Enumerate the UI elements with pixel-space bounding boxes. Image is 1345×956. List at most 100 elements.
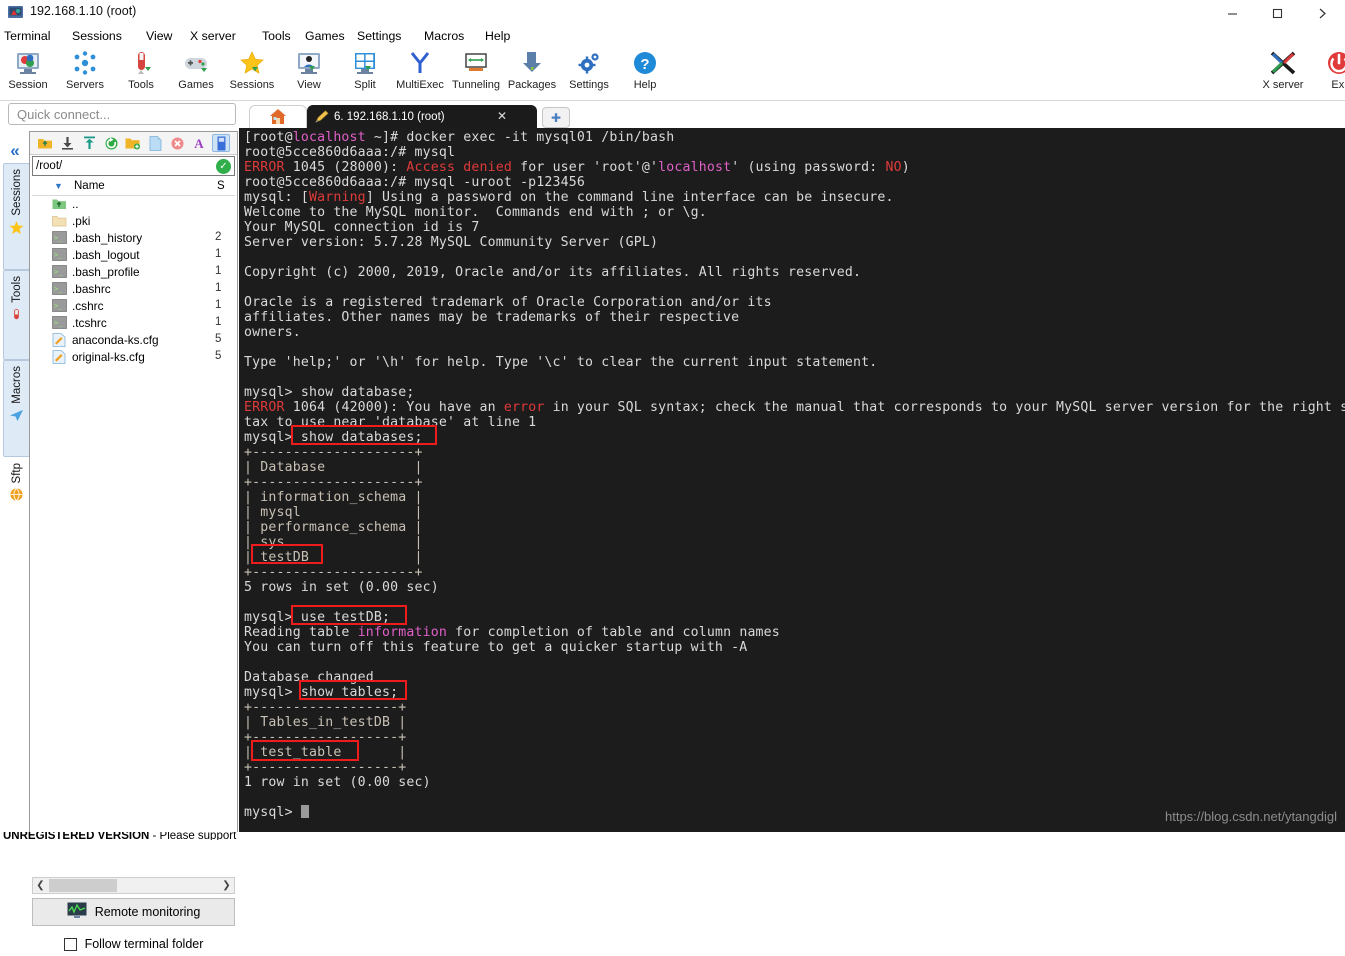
multiexec-icon [392,48,448,78]
list-item[interactable]: .. [32,196,235,213]
menu-macros[interactable]: Macros [420,28,468,45]
menu-x-server[interactable]: X server [186,28,240,45]
sftp-path-input[interactable]: /root/ ✓ [32,156,235,176]
menu-sessions[interactable]: Sessions [68,28,126,45]
new-folder-icon[interactable] [124,134,142,152]
toolbar-packages-button[interactable]: Packages [504,48,560,98]
tab-active-session[interactable]: 6. 192.168.1.10 (root) ✕ [307,105,537,128]
toolbar-tools-button[interactable]: Tools [113,48,169,98]
main-toolbar: Session Servers Tools Games Sessions Vie… [0,46,1345,101]
menu-terminal[interactable]: Terminal [0,28,54,45]
toolbar-x-server-label: X server [1262,79,1304,91]
terminal-line: Copyright (c) 2000, 2019, Oracle and/or … [244,265,862,280]
text-mode-icon[interactable]: A [190,134,208,152]
terminal-line: root@5cce860d6aaa:/# mysql -uroot -p1234… [244,175,586,190]
svg-text:>_: >_ [54,268,63,276]
toolbar-help-button[interactable]: ? Help [617,48,673,98]
tab-home[interactable] [249,105,307,129]
sidebar-tab-tools-label: Tools [10,276,23,303]
list-item[interactable]: >_ .tcshrc 1 [32,315,235,332]
menu-games[interactable]: Games [301,28,349,45]
scroll-left-arrow-icon[interactable]: ❮ [33,878,48,893]
view-icon [281,48,337,78]
sidebar-tab-macros[interactable]: Macros [3,360,30,457]
delete-icon[interactable] [168,134,186,152]
maximize-button[interactable] [1255,0,1300,26]
toolbar-view-button[interactable]: View [281,48,337,98]
toolbar-exit-button[interactable]: Exi [1311,48,1345,98]
terminal-line: | test_table | [244,745,407,760]
toolbar-tunneling-button[interactable]: Tunneling [448,48,504,98]
terminal-line: Server version: 5.7.28 MySQL Community S… [244,235,659,250]
download-icon[interactable] [58,134,76,152]
toolbar-split-button[interactable]: Split [337,48,393,98]
menu-tools[interactable]: Tools [258,28,295,45]
double-chevron-left-icon[interactable]: « [4,140,26,162]
menu-view[interactable]: View [142,28,176,45]
toolbar-servers-label: Servers [66,79,104,91]
column-header-name[interactable]: Name [74,180,105,192]
terminal-line: Your MySQL connection id is 7 [244,220,480,235]
split-icon [337,48,393,78]
sftp-horizontal-scrollbar[interactable]: ❮ ❯ [32,877,235,894]
tab-close-icon[interactable]: ✕ [497,109,507,123]
terminal-line: root@5cce860d6aaa:/# mysql [244,145,456,160]
scroll-right-arrow-icon[interactable]: ❯ [219,878,234,893]
sidebar-tab-sftp[interactable]: Sftp [3,457,30,535]
list-item[interactable]: >_ .bash_history 2 [32,230,235,247]
sidebar-tab-sessions[interactable]: Sessions [3,163,30,270]
terminal-line: | mysql | [244,505,423,520]
remote-monitoring-button[interactable]: Remote monitoring [32,898,235,926]
toolbar-games-button[interactable]: Games [168,48,224,98]
terminal-line: ERROR 1045 (28000): Access denied for us… [244,160,910,175]
file-size: 1 [215,265,222,277]
cfg-file-icon [52,350,67,364]
svg-text:>_: >_ [54,234,63,242]
parent-folder-icon[interactable] [36,134,54,152]
file-name: original-ks.cfg [72,350,145,364]
toolbar-multiexec-button[interactable]: MultiExec [392,48,448,98]
list-item[interactable]: original-ks.cfg 5 [32,349,235,366]
toolbar-settings-button[interactable]: Settings [561,48,617,98]
terminal-line: Oracle is a registered trademark of Orac… [244,295,772,310]
terminal-line: | Tables_in_testDB | [244,715,407,730]
file-size: 5 [215,333,222,345]
sftp-file-list[interactable]: .. .pki >_ .bash_history 2 >_ .bash_logo… [32,196,235,816]
terminal-line: mysql> show tables; [244,685,399,700]
status-unregistered-label: UNREGISTERED VERSION [3,832,150,840]
upload-icon[interactable] [80,134,98,152]
follow-terminal-folder-row[interactable]: Follow terminal folder [32,932,235,956]
scrollbar-thumb[interactable] [49,879,117,892]
follow-terminal-folder-label: Follow terminal folder [84,937,204,951]
list-item[interactable]: >_ .cshrc 1 [32,298,235,315]
list-item[interactable]: >_ .bash_profile 1 [32,264,235,281]
minimize-button[interactable] [1210,0,1255,26]
new-tab-button[interactable]: ✚ [542,107,570,128]
follow-terminal-folder-checkbox[interactable] [63,937,77,951]
sidebar-tab-tools[interactable]: Tools [3,270,30,360]
list-item[interactable]: .pki [32,213,235,230]
check-circle-icon: ✓ [216,159,231,174]
watermark-text: https://blog.csdn.net/ytangdigl [1164,809,1337,824]
sort-caret-icon[interactable]: ▼ [54,181,63,191]
terminal-output[interactable]: [root@localhost ~]# docker exec -it mysq… [239,128,1345,832]
menu-settings[interactable]: Settings [353,28,405,45]
terminal-line: [root@localhost ~]# docker exec -it mysq… [244,130,675,145]
column-header-size[interactable]: S [217,180,225,192]
toolbar-servers-button[interactable]: Servers [57,48,113,98]
list-item[interactable]: anaconda-ks.cfg 5 [32,332,235,349]
refresh-icon[interactable] [102,134,120,152]
status-bar: UNREGISTERED VERSION - Please support Mo… [0,832,239,840]
menu-help[interactable]: Help [481,28,514,45]
usb-drive-icon[interactable] [212,134,230,152]
quick-connect-input[interactable]: Quick connect... [8,103,236,125]
new-file-icon[interactable] [146,134,164,152]
list-item[interactable]: >_ .bash_logout 1 [32,247,235,264]
close-button[interactable] [1300,0,1345,26]
toolbar-x-server-button[interactable]: X server [1255,48,1311,98]
list-item[interactable]: >_ .bashrc 1 [32,281,235,298]
toolbar-sessions-button[interactable]: Sessions [224,48,280,98]
file-size: 2 [215,231,222,243]
sidebar-tab-sessions-label: Sessions [10,169,23,216]
toolbar-session-button[interactable]: Session [0,48,56,98]
